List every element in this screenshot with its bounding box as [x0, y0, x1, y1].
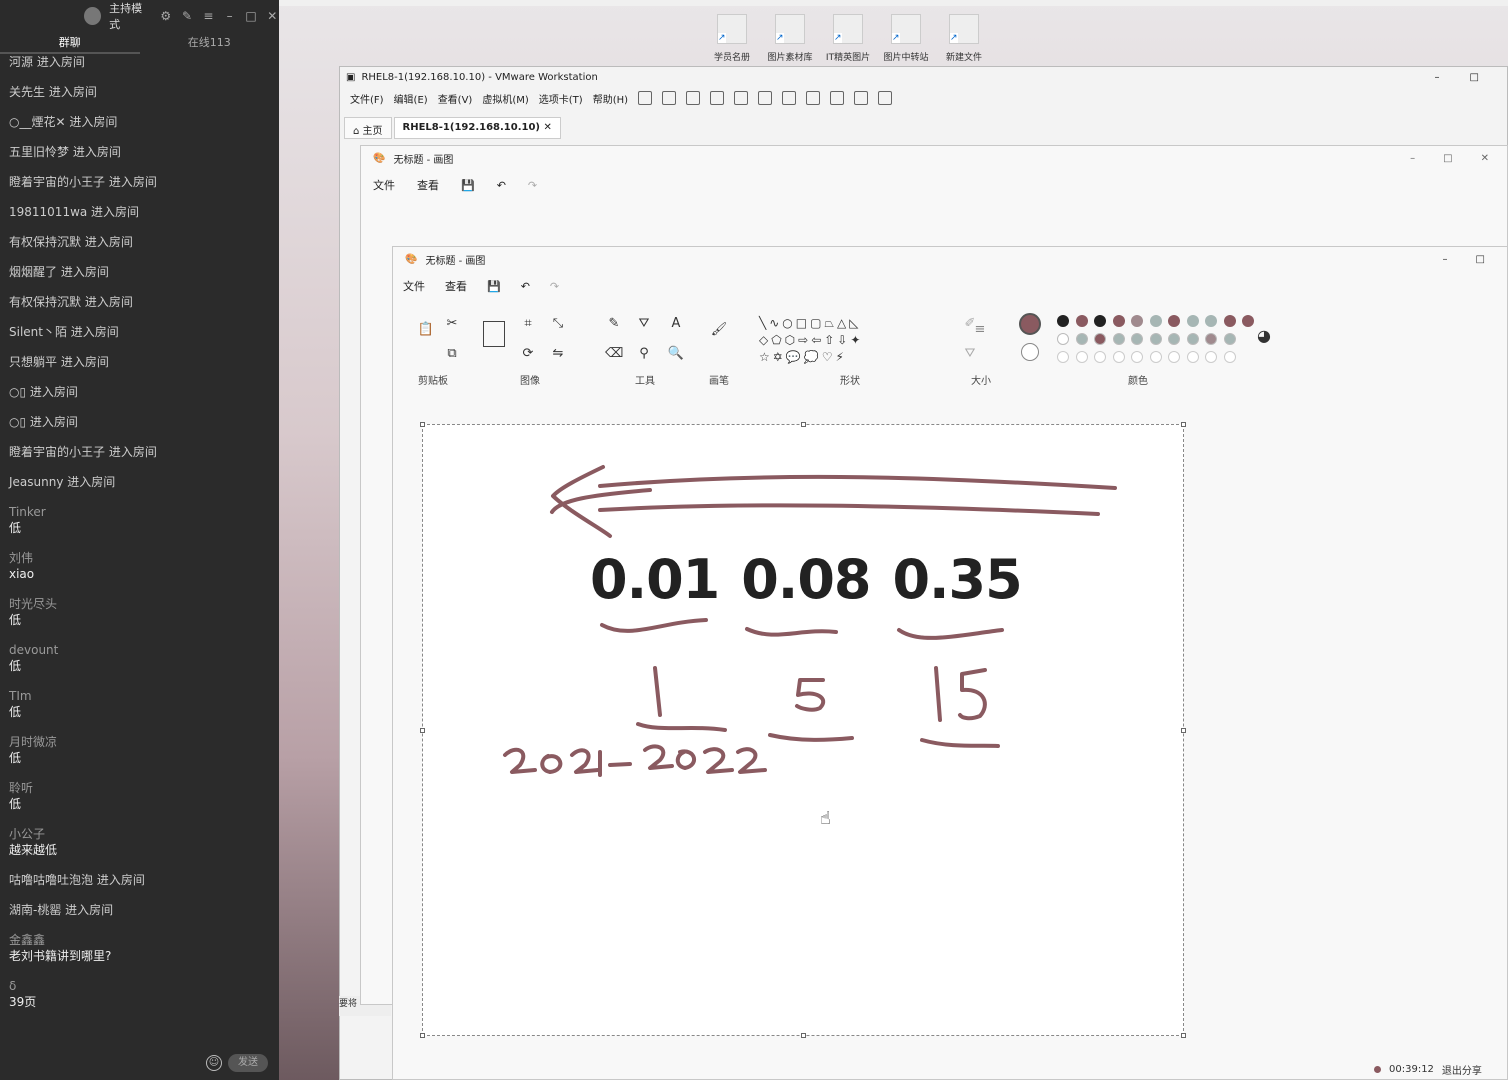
year-stroke — [503, 747, 537, 774]
share-timer: 00:39:12 — [1389, 1063, 1434, 1075]
recording-dot-icon — [1374, 1065, 1381, 1073]
digit-15-stroke — [934, 666, 942, 722]
arrow-stroke — [598, 503, 1100, 516]
underline-stroke — [636, 722, 727, 732]
year-stroke — [608, 762, 632, 767]
underline-stroke — [768, 733, 854, 742]
year-stroke — [643, 744, 674, 770]
hand-cursor-icon: ☝ — [820, 808, 831, 829]
handwriting-layer — [503, 465, 1117, 777]
arrow-stroke — [598, 474, 1117, 490]
year-stroke — [540, 754, 563, 774]
underline-stroke — [600, 618, 708, 633]
year-stroke — [675, 749, 696, 770]
underline-stroke — [745, 627, 838, 637]
underline-stroke — [920, 738, 1000, 748]
arrow-head-stroke — [551, 465, 612, 538]
canvas-numbers: 0.01 0.08 0.35 — [590, 548, 1023, 611]
number-0-01: 0.01 — [590, 548, 720, 611]
exit-share-button[interactable]: 退出分享 — [1442, 1062, 1482, 1077]
year-stroke — [703, 747, 734, 774]
year-stroke — [570, 748, 600, 774]
number-0-08: 0.08 — [741, 548, 871, 611]
digit-1-stroke — [653, 666, 662, 717]
underline-stroke — [897, 628, 1004, 640]
digit-5-stroke — [795, 678, 826, 712]
number-0-35: 0.35 — [892, 548, 1022, 611]
digit-15-stroke — [958, 668, 987, 721]
year-stroke — [736, 747, 767, 774]
share-status-bar: 00:39:12 退出分享 — [1368, 1058, 1508, 1080]
